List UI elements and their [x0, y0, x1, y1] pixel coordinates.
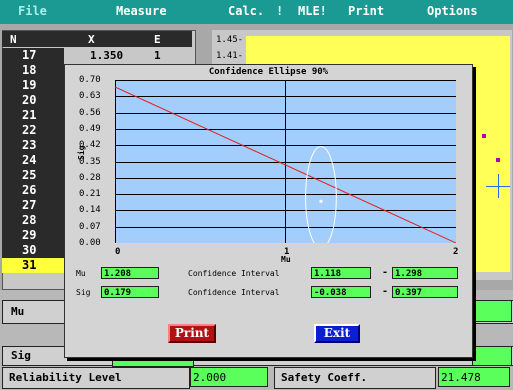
table-row-number[interactable]: 20 — [2, 93, 64, 108]
exit-button[interactable]: Exit — [314, 324, 360, 343]
table-row-number[interactable]: 17 — [2, 48, 64, 63]
menu-calc[interactable]: Calc. — [228, 4, 264, 18]
sig-row-value2[interactable] — [472, 346, 512, 366]
x-axis-label: Mu — [281, 255, 291, 264]
estimate-point — [319, 199, 323, 203]
header-x: X — [88, 33, 95, 46]
data-point — [496, 158, 500, 162]
mu-ci-label: Confidence Interval — [188, 269, 280, 278]
safety-label-frame: Safety Coeff. — [274, 367, 436, 389]
reliability-value[interactable]: 2.000 — [190, 367, 268, 387]
print-button[interactable]: Print — [168, 324, 216, 343]
y-tick: 0.21 — [79, 189, 101, 200]
header-e: E — [154, 33, 161, 46]
y-tick: 0.49 — [79, 123, 101, 134]
mu-ci-low[interactable]: 1.118 — [311, 267, 371, 279]
reliability-label-frame: Reliability Level — [2, 367, 190, 389]
sig-row-label: Sig — [11, 349, 31, 362]
y-tick: 0.07 — [79, 221, 101, 232]
table-row-number[interactable]: 31 — [2, 258, 64, 273]
table-row-number[interactable]: 28 — [2, 213, 64, 228]
table-row-number[interactable]: 27 — [2, 198, 64, 213]
x-tick: 0 — [115, 247, 121, 257]
x-tick: 2 — [453, 247, 459, 257]
table-row-number[interactable]: 30 — [2, 243, 64, 258]
dialog-title: Confidence Ellipse 90% — [208, 67, 329, 77]
sig-ci-dash: - — [382, 286, 389, 297]
menu-bar: File Measure Calc. ! MLE! Print Options — [0, 0, 513, 24]
sig-label: Sig — [76, 288, 91, 297]
ellipse-chart — [115, 80, 456, 243]
y-tick: 0.70 — [79, 75, 101, 85]
mu-row-label: Mu — [11, 305, 25, 318]
table-row-number[interactable]: 19 — [2, 78, 64, 93]
confidence-ellipse-dialog: Confidence Ellipse 90% 0.70 0.63 0.56 0.49 0… — [64, 64, 473, 358]
row17-values[interactable]: 1.350 1 — [66, 48, 192, 63]
row17-e: 1 — [154, 49, 161, 62]
menu-print[interactable]: Print — [348, 4, 384, 18]
y-tick: 0.14 — [79, 205, 101, 216]
table-row-number[interactable]: 21 — [2, 108, 64, 123]
reliability-label: Reliability Level — [9, 371, 122, 384]
table-header: N X E — [2, 31, 192, 47]
mu-value[interactable]: 1.208 — [101, 267, 159, 279]
sig-ci-high[interactable]: 0.397 — [392, 286, 458, 298]
table-row-number[interactable]: 29 — [2, 228, 64, 243]
y-tick: 0.56 — [79, 107, 101, 118]
table-row-number[interactable]: 25 — [2, 168, 64, 183]
safety-label: Safety Coeff. — [281, 371, 368, 384]
table-row-number[interactable]: 24 — [2, 153, 64, 168]
plot-tick: 1.41- — [216, 51, 244, 61]
table-row-number[interactable]: 18 — [2, 63, 64, 78]
menu-bang[interactable]: ! — [276, 4, 283, 18]
table-row-number[interactable]: 26 — [2, 183, 64, 198]
y-axis-label: Sig — [77, 145, 86, 160]
y-tick: 0.28 — [79, 172, 101, 183]
table-row-number[interactable]: 22 — [2, 123, 64, 138]
mu-ci-dash: - — [382, 267, 389, 278]
plot-tick: 1.45- — [216, 35, 244, 45]
menu-mle[interactable]: MLE! — [298, 4, 327, 18]
ellipse-plot — [115, 80, 456, 243]
data-point — [482, 134, 486, 138]
sig-ci-low[interactable]: -0.038 — [311, 286, 371, 298]
menu-options[interactable]: Options — [427, 4, 478, 18]
mu-ci-high[interactable]: 1.298 — [392, 267, 458, 279]
y-tick: 0.00 — [79, 238, 101, 248]
menu-file[interactable]: File — [18, 4, 47, 18]
mu-label: Mu — [76, 269, 86, 278]
mu-row-value[interactable] — [472, 300, 512, 322]
header-n: N — [10, 33, 17, 46]
sig-value[interactable]: 0.179 — [101, 286, 159, 298]
crosshair-icon — [486, 186, 510, 187]
row17-x: 1.350 — [90, 49, 124, 62]
table-row-number[interactable]: 23 — [2, 138, 64, 153]
menu-measure[interactable]: Measure — [116, 4, 167, 18]
y-tick: 0.63 — [79, 91, 101, 102]
safety-value[interactable]: 21.478 — [438, 367, 510, 387]
sig-ci-label: Confidence Interval — [188, 288, 280, 297]
